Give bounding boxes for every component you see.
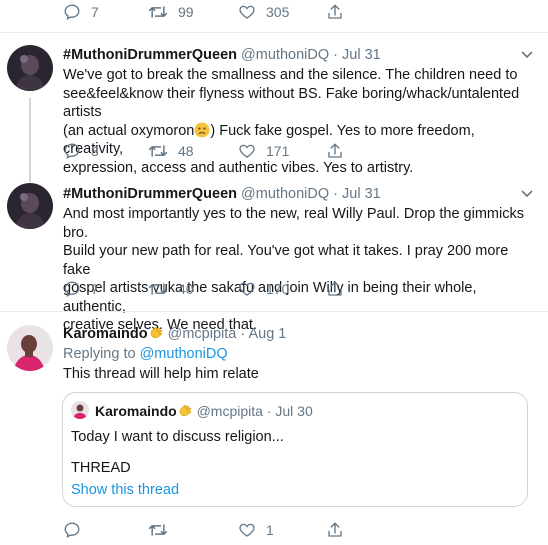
retweet-button[interactable]: 40 — [148, 279, 194, 299]
avatar — [71, 401, 89, 419]
tweet-text: And most importantly yes to the new, rea… — [63, 205, 533, 335]
share-button[interactable] — [326, 141, 344, 161]
tweet-actions: 7 99 305 — [63, 2, 363, 22]
tweet-date: Jul 30 — [275, 403, 313, 419]
tweet-text: This thread will help him relate — [63, 366, 259, 382]
retweet-icon — [148, 6, 168, 18]
chevron-down-icon[interactable] — [520, 189, 534, 199]
reply-button[interactable]: 3 — [63, 141, 99, 161]
retweet-icon — [148, 145, 168, 157]
share-icon — [328, 143, 342, 158]
display-name[interactable]: Karomaindo — [63, 326, 164, 342]
share-button[interactable] — [326, 520, 344, 540]
reply-count: 3 — [91, 143, 99, 159]
reply-icon — [64, 143, 80, 160]
separator: · — [333, 47, 338, 63]
retweet-button[interactable] — [148, 520, 178, 540]
heart-icon — [239, 282, 255, 296]
tweet-date[interactable]: Aug 1 — [248, 326, 286, 342]
reply-count: 7 — [91, 281, 99, 297]
share-button[interactable] — [326, 279, 344, 299]
user-handle[interactable]: @mcpipita — [168, 326, 237, 342]
divider — [0, 32, 548, 33]
retweet-button[interactable]: 48 — [148, 141, 194, 161]
display-name: Karomaindo — [95, 403, 193, 419]
user-handle: @mcpipita — [196, 403, 263, 419]
replying-to-handle[interactable]: @muthoniDQ — [140, 346, 228, 362]
tweet-text-line: We've got to break the smallness and the… — [63, 67, 518, 83]
quoted-tweet[interactable]: Karomaindo @mcpipita · Jul 30 Today I wa… — [62, 392, 528, 507]
clapping-hands-emoji-icon — [179, 404, 192, 417]
display-name[interactable]: #MuthoniDrummerQueen — [63, 47, 237, 63]
reply-icon — [64, 4, 80, 21]
tweet-header: #MuthoniDrummerQueen @muthoniDQ · Jul 31 — [63, 185, 381, 203]
divider — [0, 311, 548, 312]
retweet-count: 48 — [178, 143, 194, 159]
tweet-actions: 3 48 171 — [63, 141, 363, 161]
confused-face-emoji-icon — [194, 122, 210, 137]
clapping-hands-emoji-icon — [150, 326, 163, 339]
tweet-header: #MuthoniDrummerQueen @muthoniDQ · Jul 31 — [63, 46, 381, 64]
reply-button[interactable] — [63, 520, 91, 540]
avatar[interactable] — [7, 325, 53, 371]
tweet-header: Karomaindo @mcpipita · Aug 1 — [63, 325, 286, 343]
tweet-text-line: expression, access and authentic vibes. … — [63, 159, 414, 176]
show-thread-link[interactable]: Show this thread — [71, 482, 179, 498]
like-button[interactable]: 170 — [238, 279, 289, 299]
quoted-tweet-text: THREAD — [71, 460, 131, 476]
heart-icon — [239, 144, 255, 158]
tweet-text-line: Build your new path for real. You've got… — [63, 243, 509, 278]
like-button[interactable]: 1 — [238, 520, 274, 540]
retweet-count: 40 — [178, 281, 194, 297]
quoted-tweet-text: Today I want to discuss religion... — [71, 429, 284, 445]
thread-line — [29, 98, 31, 182]
tweet-date[interactable]: Jul 31 — [342, 186, 381, 202]
replying-to-label: Replying to — [63, 346, 136, 362]
display-name[interactable]: #MuthoniDrummerQueen — [63, 186, 237, 202]
reply-count: 7 — [91, 4, 99, 20]
tweet-text-line: And most importantly yes to the new, rea… — [63, 206, 524, 241]
reply-icon — [64, 522, 80, 539]
like-count: 171 — [266, 143, 290, 159]
share-icon — [328, 281, 342, 296]
retweet-button[interactable]: 99 — [148, 2, 194, 22]
retweet-count: 99 — [178, 4, 194, 20]
separator: · — [266, 403, 272, 419]
reply-button[interactable]: 7 — [63, 2, 99, 22]
like-button[interactable]: 305 — [238, 2, 289, 22]
share-icon — [328, 4, 342, 19]
reply-icon — [64, 281, 80, 298]
tweet-date[interactable]: Jul 31 — [342, 47, 381, 63]
separator: · — [333, 186, 338, 202]
reply-button[interactable]: 7 — [63, 279, 99, 299]
tweet-actions: 7 40 170 — [63, 279, 363, 299]
user-handle[interactable]: @muthoniDQ — [241, 47, 329, 63]
avatar[interactable] — [7, 183, 53, 229]
like-count: 170 — [266, 281, 290, 297]
heart-icon — [239, 523, 255, 537]
like-count: 1 — [266, 522, 274, 538]
avatar[interactable] — [7, 45, 53, 91]
separator: · — [240, 326, 246, 342]
heart-icon — [239, 5, 255, 19]
retweet-icon — [148, 524, 168, 536]
user-handle[interactable]: @muthoniDQ — [241, 186, 329, 202]
quoted-tweet-header: Karomaindo @mcpipita · Jul 30 — [95, 403, 313, 419]
like-button[interactable]: 171 — [238, 141, 289, 161]
tweet-text-line: see&feel&know their flyness without BS. … — [63, 85, 520, 121]
replying-to: Replying to @muthoniDQ — [63, 345, 228, 363]
share-icon — [328, 522, 342, 537]
retweet-icon — [148, 283, 168, 295]
share-button[interactable] — [326, 2, 344, 22]
tweet-actions: 1 — [63, 520, 363, 540]
chevron-down-icon[interactable] — [520, 50, 534, 60]
like-count: 305 — [266, 4, 290, 20]
